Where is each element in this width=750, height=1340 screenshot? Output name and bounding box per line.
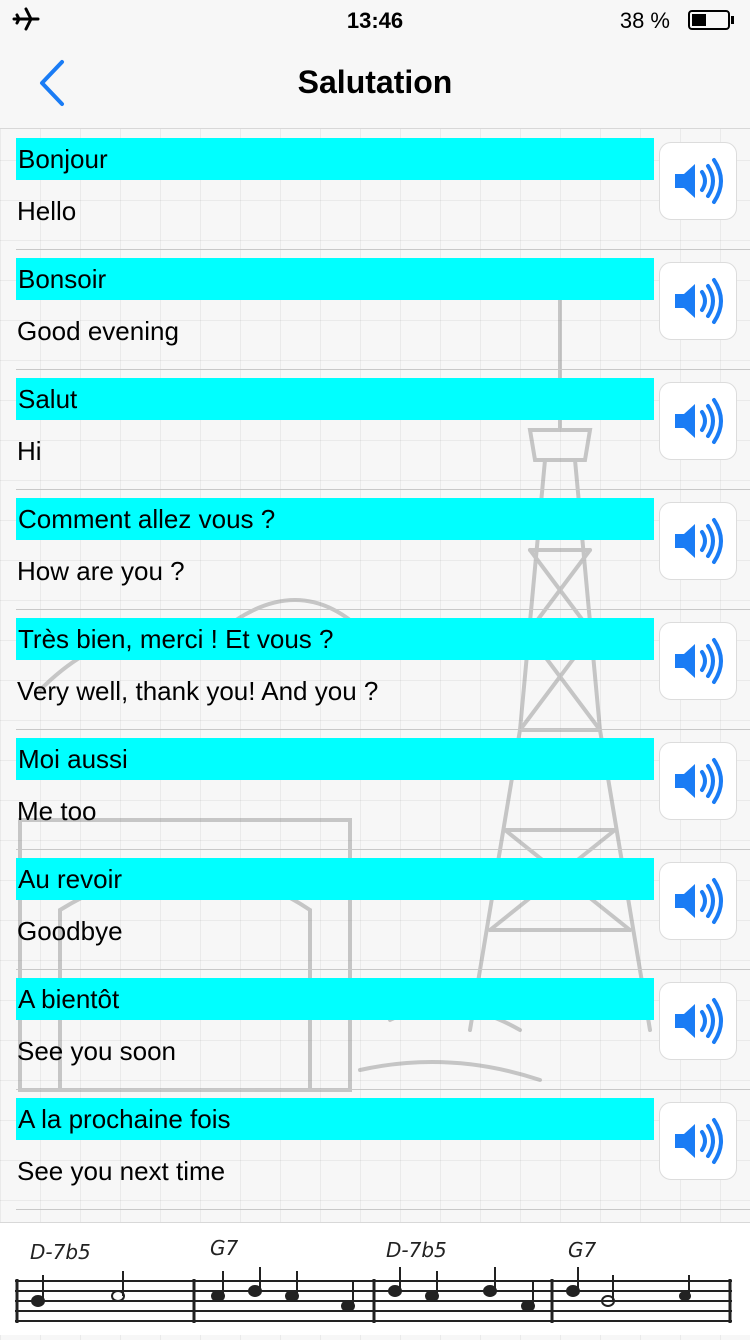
phrase-row: Au revoir Goodbye (0, 850, 750, 970)
english-translation: See you soon (17, 1036, 177, 1066)
english-translation: Hello (17, 196, 77, 226)
play-audio-button[interactable] (659, 1102, 737, 1180)
phrase-row: Moi aussi Me too (0, 730, 750, 850)
play-audio-button[interactable] (659, 622, 737, 700)
english-translation: Me too (17, 796, 97, 826)
english-translation: How are you ? (17, 556, 185, 586)
french-phrase: Bonjour (16, 138, 654, 180)
french-phrase: Bonsoir (16, 258, 654, 300)
play-audio-button[interactable] (659, 142, 737, 220)
battery-percent: 38 % (619, 8, 670, 33)
row-separator (16, 1209, 750, 1210)
speaker-icon (675, 518, 723, 564)
english-translation: Good evening (17, 316, 179, 346)
page-title: Salutation (297, 64, 453, 100)
chord-label: G7 (210, 1236, 238, 1260)
french-phrase: Très bien, merci ! Et vous ? (16, 618, 654, 660)
speaker-icon (675, 998, 723, 1044)
french-phrase: A la prochaine fois (16, 1098, 654, 1140)
french-phrase: Moi aussi (16, 738, 654, 780)
chord-label: D-7b5 (30, 1240, 91, 1264)
phrase-row: A la prochaine fois See you next time (0, 1090, 750, 1210)
english-translation: Hi (17, 436, 42, 466)
speaker-icon (675, 638, 723, 684)
english-translation: See you next time (17, 1156, 226, 1186)
status-bar: 13:46 38 % (0, 0, 750, 40)
english-translation: Very well, thank you! And you ? (17, 676, 379, 706)
music-staff-banner: D-7b5 G7 D-7b5 G7 (0, 1222, 750, 1335)
play-audio-button[interactable] (659, 502, 737, 580)
speaker-icon (675, 158, 723, 204)
play-audio-button[interactable] (659, 982, 737, 1060)
french-phrase: A bientôt (16, 978, 654, 1020)
speaker-icon (675, 1118, 723, 1164)
french-phrase: Comment allez vous ? (16, 498, 654, 540)
phrase-row: Comment allez vous ? How are you ? (0, 490, 750, 610)
speaker-icon (675, 398, 723, 444)
speaker-icon (675, 758, 723, 804)
phrase-row: Très bien, merci ! Et vous ? Very well, … (0, 610, 750, 730)
chord-label: G7 (568, 1238, 596, 1262)
music-staff-illustration: D-7b5 G7 D-7b5 G7 (15, 1236, 732, 1323)
chord-label: D-7b5 (386, 1238, 447, 1262)
english-translation: Goodbye (17, 916, 123, 946)
speaker-icon (675, 278, 723, 324)
phrase-row: Bonjour Hello (0, 130, 750, 250)
play-audio-button[interactable] (659, 382, 737, 460)
navigation-bar: Salutation (0, 40, 750, 129)
play-audio-button[interactable] (659, 262, 737, 340)
phrase-row: Salut Hi (0, 370, 750, 490)
phrase-row: A bientôt See you soon (0, 970, 750, 1090)
play-audio-button[interactable] (659, 862, 737, 940)
french-phrase: Salut (16, 378, 654, 420)
play-audio-button[interactable] (659, 742, 737, 820)
phrase-list[interactable]: Bonjour Hello Bonsoir Good evening Salut… (0, 130, 750, 1220)
battery-icon (688, 10, 736, 30)
french-phrase: Au revoir (16, 858, 654, 900)
phrase-row: Bonsoir Good evening (0, 250, 750, 370)
speaker-icon (675, 878, 723, 924)
